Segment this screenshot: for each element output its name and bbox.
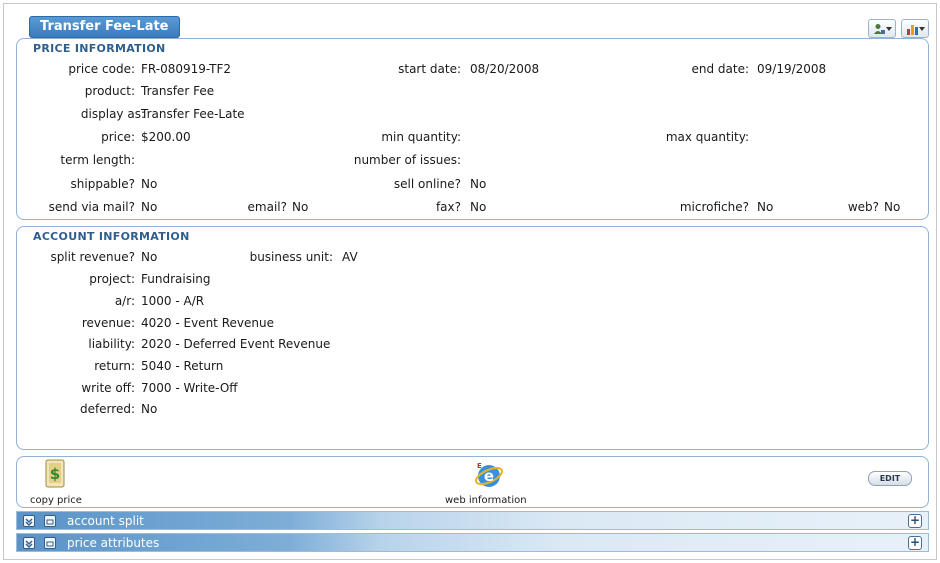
page-title: Transfer Fee-Late — [29, 16, 180, 38]
internet-explorer-icon: e E — [475, 462, 503, 487]
project-value: Fundraising — [141, 272, 211, 286]
end-date-label: end date: — [691, 62, 749, 76]
expand-plus-icon[interactable]: + — [908, 536, 922, 550]
sell-online-label: sell online? — [393, 177, 461, 191]
email-label: email? — [247, 200, 287, 214]
chevron-down-icon — [886, 27, 892, 31]
edit-button[interactable]: EDIT — [868, 471, 912, 486]
revenue-label: revenue: — [81, 316, 135, 330]
start-date-value: 08/20/2008 — [470, 62, 540, 76]
start-date-label: start date: — [398, 62, 461, 76]
term-length-label: term length: — [60, 153, 135, 167]
actions-panel: $ copy price e E web information EDIT — [16, 456, 929, 508]
copy-price-button[interactable]: $ — [43, 459, 67, 489]
shippable-value: No — [141, 177, 158, 191]
svg-text:e: e — [484, 467, 494, 485]
fax-label: fax? — [435, 200, 461, 214]
display-as-label: display as: — [80, 107, 145, 121]
email-value: No — [292, 200, 309, 214]
microfiche-label: microfiche? — [679, 200, 749, 214]
product-label: product: — [84, 84, 135, 98]
fax-value: No — [470, 200, 487, 214]
ar-value: 1000 - A/R — [141, 294, 205, 308]
display-as-value: Transfer Fee-Late — [141, 107, 245, 121]
account-split-label: account split — [67, 514, 144, 528]
price-value: $200.00 — [141, 130, 191, 144]
web-information-button[interactable]: e E — [473, 460, 503, 490]
web-information-label[interactable]: web information — [445, 495, 527, 506]
expand-plus-icon[interactable]: + — [908, 514, 922, 528]
price-information-section: PRICE INFORMATION price code: FR-080919-… — [16, 38, 929, 220]
svg-text:E: E — [477, 462, 482, 470]
split-revenue-label: split revenue? — [50, 250, 135, 264]
microfiche-value: No — [757, 200, 774, 214]
account-information-section: ACCOUNT INFORMATION split revenue? No bu… — [16, 226, 929, 450]
deferred-label: deferred: — [79, 402, 135, 416]
write-off-label: write off: — [81, 381, 135, 395]
split-revenue-value: No — [141, 250, 158, 264]
product-value: Transfer Fee — [141, 84, 215, 98]
dollar-document-icon: $ — [45, 459, 65, 488]
section-title: ACCOUNT INFORMATION — [33, 230, 190, 243]
copy-price-label[interactable]: copy price — [30, 495, 82, 506]
chart-icon — [907, 25, 918, 35]
number-of-issues-label: number of issues: — [353, 153, 461, 167]
chevron-down-icon — [919, 27, 925, 31]
person-icon — [874, 24, 885, 34]
section-title: PRICE INFORMATION — [33, 42, 166, 55]
svg-text:$: $ — [50, 465, 60, 483]
web-value: No — [884, 200, 901, 214]
panel-icon — [44, 537, 56, 549]
shippable-label: shippable? — [70, 177, 135, 191]
business-unit-label: business unit: — [249, 250, 333, 264]
ar-label: a/r: — [114, 294, 135, 308]
send-via-mail-value: No — [141, 200, 158, 214]
return-label: return: — [94, 359, 135, 373]
double-chevron-down-icon[interactable] — [23, 515, 35, 527]
panel-icon — [44, 515, 56, 527]
liability-value: 2020 - Deferred Event Revenue — [141, 337, 331, 351]
price-attributes-bar[interactable]: price attributes + — [16, 533, 929, 552]
window-frame: Transfer Fee-Late PRICE INFORMATION pric… — [3, 3, 937, 560]
price-label: price: — [101, 130, 135, 144]
web-label: web? — [847, 200, 879, 214]
write-off-value: 7000 - Write-Off — [141, 381, 238, 395]
sell-online-value: No — [470, 177, 487, 191]
min-quantity-label: min quantity: — [381, 130, 461, 144]
send-via-mail-label: send via mail? — [48, 200, 135, 214]
person-menu-button[interactable] — [868, 19, 896, 38]
end-date-value: 09/19/2008 — [757, 62, 827, 76]
project-label: project: — [89, 272, 135, 286]
chart-menu-button[interactable] — [901, 19, 929, 38]
max-quantity-label: max quantity: — [665, 130, 749, 144]
price-code-label: price code: — [68, 62, 135, 76]
deferred-value: No — [141, 402, 158, 416]
revenue-value: 4020 - Event Revenue — [141, 316, 274, 330]
price-code-value: FR-080919-TF2 — [141, 62, 231, 76]
liability-label: liability: — [88, 337, 135, 351]
double-chevron-down-icon[interactable] — [23, 537, 35, 549]
business-unit-value: AV — [342, 250, 358, 264]
return-value: 5040 - Return — [141, 359, 224, 373]
account-split-bar[interactable]: account split + — [16, 511, 929, 530]
price-attributes-label: price attributes — [67, 536, 160, 550]
